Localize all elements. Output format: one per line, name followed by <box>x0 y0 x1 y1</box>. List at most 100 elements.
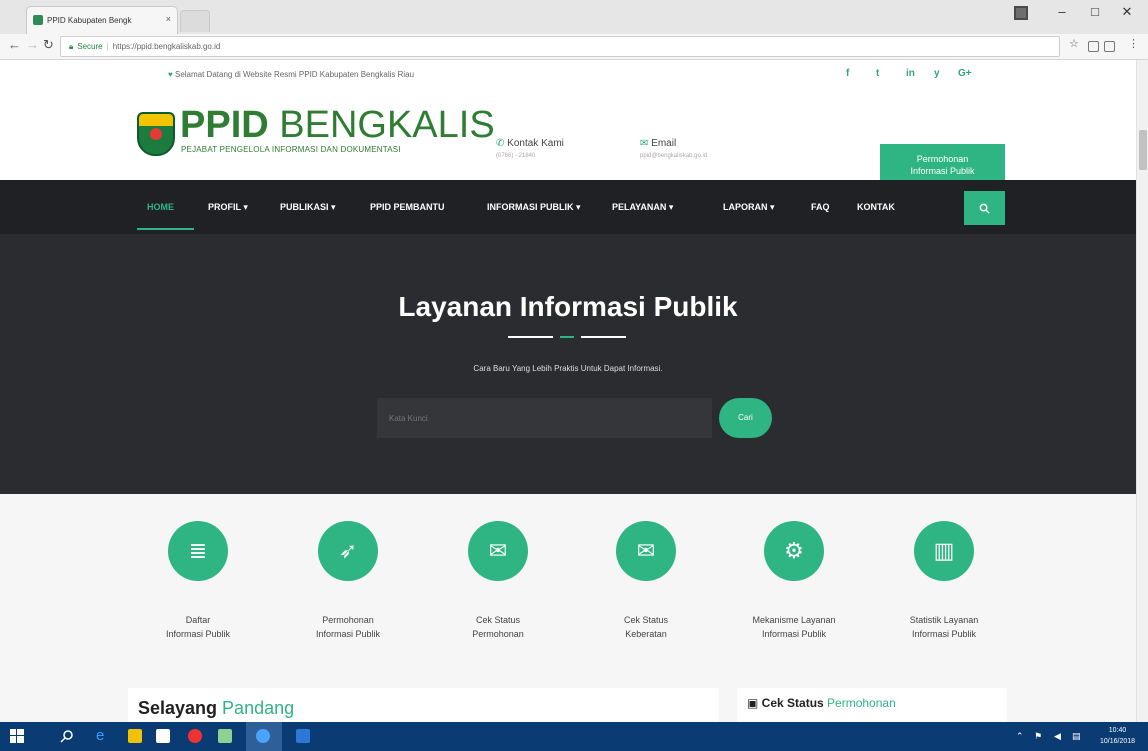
service-cek-status-permohonan[interactable]: ✉ Cek Status Permohonan <box>433 521 563 641</box>
windows-start-icon[interactable] <box>10 729 24 743</box>
secure-label: Secure <box>77 42 103 51</box>
phone-icon: ✆ <box>496 138 508 149</box>
envelope-open-icon: ✉ <box>468 521 528 581</box>
file-explorer-icon[interactable] <box>128 729 142 743</box>
search-button[interactable] <box>964 191 1005 225</box>
contact-info: ✆ Kontak Kami (0766) - 21840 <box>496 138 564 159</box>
hero-subtitle: Cara Baru Yang Lebih Praktis Untuk Dapat… <box>473 364 663 373</box>
service-label: Statistik Layanan Informasi Publik <box>909 615 979 639</box>
welcome-text: ♥ Selamat Datang di Website Resmi PPID K… <box>168 70 414 79</box>
extension-icon[interactable] <box>1088 41 1099 52</box>
app-icon[interactable] <box>218 729 232 743</box>
network-icon[interactable]: ⚑ <box>1034 731 1042 742</box>
service-mekanisme-layanan[interactable]: ⚙ Mekanisme Layanan Informasi Publik <box>729 521 859 641</box>
tab-title: PPID Kabupaten Bengk <box>47 16 132 25</box>
chrome-icon[interactable] <box>188 729 202 743</box>
service-cek-status-keberatan[interactable]: ✉ Cek Status Keberatan <box>581 521 711 641</box>
cek-status-card: ▣ Cek Status Permohonan <box>737 688 1007 722</box>
selayang-pandang-card: Selayang Pandang <box>128 688 719 722</box>
contact-title: Kontak Kami <box>507 138 564 149</box>
new-tab-button[interactable] <box>180 10 210 32</box>
service-label: Mekanisme Layanan Informasi Publik <box>752 615 836 639</box>
youtube-icon[interactable]: y <box>934 68 940 79</box>
keyword-search-input[interactable] <box>377 398 712 438</box>
browser-tab[interactable]: PPID Kabupaten Bengk × <box>26 6 178 34</box>
browser-titlebar: PPID Kabupaten Bengk × – □ ✕ <box>0 0 1148 34</box>
edge-browser-icon[interactable]: e <box>96 727 110 744</box>
nav-laporan[interactable]: LAPORAN ▾ <box>723 202 775 213</box>
back-button[interactable]: ← <box>8 37 21 52</box>
section-title: Selayang Pandang <box>138 698 294 719</box>
main-navbar: HOME PROFIL ▾ PUBLIKASI ▾ PPID PEMBANTU … <box>0 180 1136 234</box>
email-info: ✉ Email ppid@bengkaliskab.go.id <box>640 138 707 159</box>
windows-taskbar: e ⌃ ⚑ ◀ ▤ 10:40 10/16/2018 <box>0 722 1148 751</box>
bookmark-star-icon[interactable]: ☆ <box>1069 37 1079 50</box>
hero-section: Layanan Informasi Publik Cara Baru Yang … <box>0 234 1136 494</box>
nav-ppid-pembantu[interactable]: PPID PEMBANTU <box>370 202 445 212</box>
url-separator: | <box>106 42 109 51</box>
service-daftar-informasi[interactable]: ≣ Daftar Informasi Publik <box>133 521 263 641</box>
nav-pelayanan[interactable]: PELAYANAN ▾ <box>612 202 673 213</box>
title-accent: Pandang <box>222 698 295 718</box>
search-icon <box>979 203 990 214</box>
map-pin-icon: ♥ <box>168 70 175 79</box>
favicon-icon <box>33 15 43 25</box>
page-scrollbar[interactable] <box>1136 60 1148 722</box>
section-title: ▣ Cek Status Permohonan <box>747 696 896 710</box>
store-icon[interactable] <box>156 729 170 743</box>
secure-lock-icon: 🔒︎ <box>69 42 74 51</box>
browser-toolbar: ← → ↻ 🔒︎ Secure | https://ppid.bengkaliskab… <box>0 34 1148 60</box>
menu-kebab-icon[interactable]: ⋮ <box>1128 37 1139 50</box>
send-icon: ➶ <box>318 521 378 581</box>
google-plus-icon[interactable]: G+ <box>958 68 972 79</box>
hero-title: Layanan Informasi Publik <box>398 291 738 322</box>
logo-subtitle: PEJABAT PENGELOLA INFORMASI DAN DOKUMENT… <box>181 145 401 154</box>
logo-ppid: PPID <box>180 104 269 146</box>
title-dark: Selayang <box>138 698 223 718</box>
service-label: Cek Status Permohonan <box>472 615 524 639</box>
divider-accent <box>560 336 574 338</box>
service-permohonan-informasi[interactable]: ➶ Permohonan Informasi Publik <box>283 521 413 641</box>
browser-app-icon[interactable] <box>256 729 270 743</box>
divider-line <box>508 336 553 338</box>
database-icon: ≣ <box>168 521 228 581</box>
nav-home[interactable]: HOME <box>147 202 174 212</box>
clock-date: 10/16/2018 <box>1100 738 1136 745</box>
search-submit-button[interactable]: Cari <box>719 398 772 438</box>
site-logo-title[interactable]: PPID BENGKALIS <box>180 105 495 145</box>
twitter-icon[interactable]: t <box>876 68 879 79</box>
tray-chevron-icon[interactable]: ⌃ <box>1016 731 1024 742</box>
extension-icon[interactable] <box>1104 41 1115 52</box>
nav-publikasi[interactable]: PUBLIKASI ▾ <box>280 202 336 213</box>
logo-emblem-icon[interactable] <box>137 112 175 156</box>
mail-icon: ✉ <box>640 138 652 149</box>
volume-icon[interactable]: ◀ <box>1054 731 1061 742</box>
service-statistik-layanan[interactable]: ▥ Statistik Layanan Informasi Publik <box>879 521 1009 641</box>
scrollbar-thumb[interactable] <box>1139 130 1147 170</box>
top-info-bar: ♥ Selamat Datang di Website Resmi PPID K… <box>0 60 1136 90</box>
tab-close-icon[interactable]: × <box>166 14 171 24</box>
facebook-icon[interactable]: f <box>846 68 849 79</box>
address-bar[interactable]: 🔒︎ Secure | https://ppid.bengkaliskab.go.id <box>60 36 1060 57</box>
nav-informasi-publik[interactable]: INFORMASI PUBLIK ▾ <box>487 202 581 213</box>
close-window-button[interactable]: ✕ <box>1112 4 1142 20</box>
notification-icon[interactable]: ▤ <box>1072 731 1081 742</box>
word-icon[interactable] <box>296 729 310 743</box>
logo-bengkalis: BENGKALIS <box>268 104 495 146</box>
window-app-icon <box>1014 6 1028 20</box>
maximize-button[interactable]: □ <box>1080 4 1110 19</box>
archive-icon: ▣ <box>747 696 762 710</box>
search-icon[interactable] <box>60 729 74 743</box>
title-dark: Cek Status <box>761 696 828 710</box>
system-clock[interactable]: 10:40 10/16/2018 <box>1100 725 1135 747</box>
instagram-icon[interactable]: in <box>906 68 915 79</box>
nav-faq[interactable]: FAQ <box>811 202 830 212</box>
minimize-button[interactable]: – <box>1047 4 1077 19</box>
forward-button[interactable]: → <box>26 37 39 52</box>
service-label: Daftar Informasi Publik <box>165 615 231 639</box>
nav-kontak[interactable]: KONTAK <box>857 202 895 212</box>
reload-button[interactable]: ↻ <box>43 37 54 53</box>
request-info-label: Permohonan Informasi Publik <box>910 154 975 176</box>
service-label: Permohonan Informasi Publik <box>315 615 381 639</box>
nav-profil[interactable]: PROFIL ▾ <box>208 202 248 213</box>
